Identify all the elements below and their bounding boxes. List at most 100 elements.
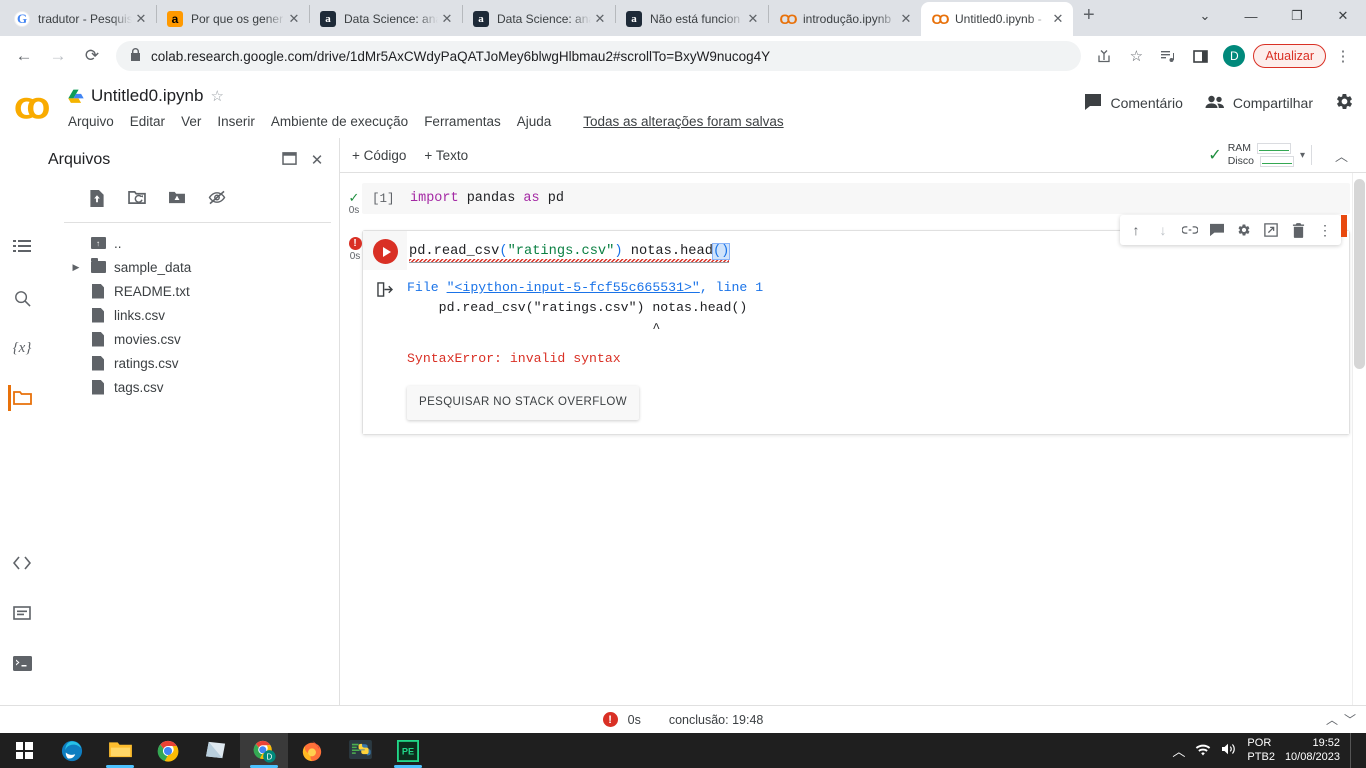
chevron-down-icon[interactable]: ﹀ <box>1344 711 1356 728</box>
browser-tab-6-active[interactable]: CO Untitled0.ipynb - ✕ <box>921 2 1073 36</box>
menu-editar[interactable]: Editar <box>130 114 165 129</box>
show-desktop-button[interactable] <box>1350 733 1358 768</box>
run-cell-button[interactable] <box>373 239 398 264</box>
chevron-right-icon[interactable]: ▶ <box>70 262 82 273</box>
secrets-icon[interactable] <box>8 601 36 625</box>
menu-ambiente-execucao[interactable]: Ambiente de execução <box>271 114 408 129</box>
add-code-cell-button[interactable]: + Código <box>352 148 406 163</box>
link-icon[interactable] <box>1178 218 1202 242</box>
clock[interactable]: 19:52 10/08/2023 <box>1285 737 1340 765</box>
code-cell-1[interactable]: ✓ 0s [1] import pandas as pd <box>349 183 1350 216</box>
table-of-contents-icon[interactable] <box>8 236 36 260</box>
forward-icon[interactable]: → <box>42 40 74 72</box>
browser-tab-5[interactable]: CO introdução.ipynb ✕ <box>769 2 921 36</box>
comment-icon[interactable] <box>1205 218 1229 242</box>
close-tab-icon[interactable]: ✕ <box>285 11 303 27</box>
wifi-icon[interactable] <box>1195 743 1211 759</box>
taskbar-firefox[interactable] <box>288 733 336 768</box>
notebook-scrollbar[interactable] <box>1352 173 1366 705</box>
save-status[interactable]: Todas as alterações foram salvas <box>583 114 783 129</box>
resource-usage-indicator[interactable]: ✓ RAM Disco ▾ <box>1208 142 1312 168</box>
close-tab-icon[interactable]: ✕ <box>744 11 762 27</box>
address-bar[interactable]: colab.research.google.com/drive/1dMr5AxC… <box>116 41 1082 71</box>
close-tab-icon[interactable]: ✕ <box>591 11 609 27</box>
error-file-link[interactable]: "<ipython-input-5-fcf55c665531>" <box>447 280 700 295</box>
variables-icon[interactable]: {x} <box>8 336 36 360</box>
bookmark-star-icon[interactable]: ☆ <box>1121 41 1151 71</box>
taskbar-file-explorer[interactable] <box>96 733 144 768</box>
upload-file-icon[interactable] <box>86 190 108 212</box>
taskbar-chrome-profile-d[interactable]: D <box>240 733 288 768</box>
mount-drive-icon[interactable] <box>166 190 188 212</box>
refresh-folder-icon[interactable] <box>126 190 148 212</box>
scrollbar-thumb[interactable] <box>1354 179 1365 369</box>
volume-icon[interactable] <box>1221 742 1237 759</box>
taskbar-sticky-notes[interactable] <box>192 733 240 768</box>
star-icon[interactable]: ☆ <box>210 87 223 105</box>
search-icon[interactable] <box>8 286 36 310</box>
comment-button[interactable]: Comentário <box>1084 93 1183 114</box>
search-stack-overflow-button[interactable]: PESQUISAR NO STACK OVERFLOW <box>407 385 640 420</box>
cell-1-code[interactable]: [1] import pandas as pd <box>362 183 1350 214</box>
chevron-up-icon[interactable]: ︿ <box>1326 711 1338 728</box>
open-in-new-icon[interactable] <box>1259 218 1283 242</box>
menu-ferramentas[interactable]: Ferramentas <box>424 114 501 129</box>
close-window-button[interactable]: ✕ <box>1320 0 1366 32</box>
start-button[interactable] <box>0 733 48 768</box>
share-button[interactable]: Compartilhar <box>1205 95 1313 112</box>
update-button[interactable]: Atualizar <box>1253 44 1326 68</box>
list-item[interactable]: ▶ sample_data <box>44 255 339 279</box>
chrome-menu-icon[interactable]: ⋮ <box>1328 41 1358 71</box>
browser-tab-2[interactable]: a Data Science: ana ✕ <box>310 2 462 36</box>
close-tab-icon[interactable]: ✕ <box>132 11 150 27</box>
trash-icon[interactable] <box>1286 218 1310 242</box>
code-cell-2-error[interactable]: ! 0s ↑ ↓ ⋮ pd.read_csv("ratings.csv") no… <box>348 215 1350 435</box>
toggle-hidden-icon[interactable] <box>206 190 228 212</box>
code-snippets-icon[interactable] <box>8 551 36 575</box>
share-icon[interactable] <box>1089 41 1119 71</box>
menu-arquivo[interactable]: Arquivo <box>68 114 114 129</box>
gear-icon[interactable] <box>1232 218 1256 242</box>
browser-tab-3[interactable]: a Data Science: ana ✕ <box>463 2 615 36</box>
maximize-button[interactable]: ❐ <box>1274 0 1320 32</box>
menu-ajuda[interactable]: Ajuda <box>517 114 552 129</box>
chevron-down-icon[interactable]: ▾ <box>1300 150 1305 161</box>
language-indicator[interactable]: POR PTB2 <box>1247 737 1275 765</box>
open-in-new-icon[interactable] <box>275 151 303 169</box>
browser-tab-1[interactable]: a Por que os gener ✕ <box>157 2 309 36</box>
close-tab-icon[interactable]: ✕ <box>1049 11 1067 27</box>
list-item[interactable]: ↑ .. <box>44 231 339 255</box>
list-item[interactable]: movies.csv <box>44 327 339 351</box>
reading-list-icon[interactable] <box>1153 41 1183 71</box>
collapse-toolbar-icon[interactable]: ︿ <box>1335 146 1348 165</box>
taskbar-chrome[interactable] <box>144 733 192 768</box>
profile-avatar[interactable]: D <box>1223 45 1246 67</box>
taskbar-python-ide[interactable] <box>336 733 384 768</box>
show-hidden-icons-chevron[interactable]: ︿ <box>1172 741 1185 760</box>
back-icon[interactable]: ← <box>8 40 40 72</box>
close-tab-icon[interactable]: ✕ <box>897 11 915 27</box>
list-item[interactable]: ratings.csv <box>44 351 339 375</box>
list-item[interactable]: README.txt <box>44 279 339 303</box>
browser-tab-0[interactable]: G tradutor - Pesquis ✕ <box>4 2 156 36</box>
list-item[interactable]: links.csv <box>44 303 339 327</box>
side-panel-icon[interactable] <box>1185 41 1215 71</box>
move-up-icon[interactable]: ↑ <box>1124 218 1148 242</box>
settings-button[interactable] <box>1335 92 1354 114</box>
sidebar-item-files[interactable] <box>8 385 36 411</box>
taskbar-pycharm-edu[interactable]: PE <box>384 733 432 768</box>
menu-inserir[interactable]: Inserir <box>217 114 255 129</box>
page-title[interactable]: Untitled0.ipynb <box>91 86 203 106</box>
tab-search-icon[interactable]: ⌄ <box>1182 0 1228 32</box>
browser-tab-4[interactable]: a Não está funcion ✕ <box>616 2 768 36</box>
move-down-icon[interactable]: ↓ <box>1151 218 1175 242</box>
taskbar-edge[interactable] <box>48 733 96 768</box>
more-vert-icon[interactable]: ⋮ <box>1313 218 1337 242</box>
add-text-cell-button[interactable]: + Texto <box>424 148 468 163</box>
terminal-icon[interactable] <box>8 651 36 675</box>
list-item[interactable]: tags.csv <box>44 375 339 399</box>
menu-ver[interactable]: Ver <box>181 114 201 129</box>
minimize-button[interactable]: — <box>1228 0 1274 32</box>
new-tab-button[interactable]: + <box>1073 4 1105 33</box>
reload-icon[interactable]: ⟳ <box>76 40 108 72</box>
